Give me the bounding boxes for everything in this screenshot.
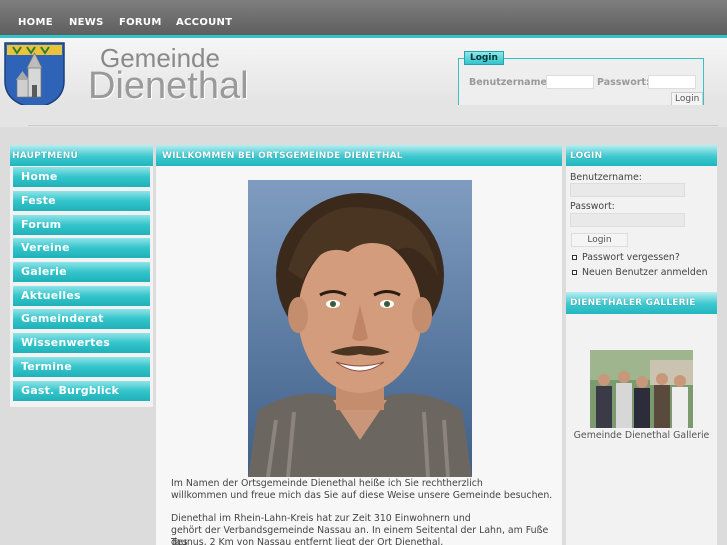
site-header: Gemeinde Dienethal Login Benutzername: P… (0, 38, 727, 110)
header-username-input[interactable] (546, 75, 594, 89)
menu-item-feste[interactable]: Feste (13, 191, 150, 211)
menu-item-gemeinderat[interactable]: Gemeinderat (13, 309, 150, 329)
main-content: WILLKOMMEN BEI ORTSGEMEINDE DIENETHAL Im… (156, 145, 562, 545)
header-username-label: Benutzername: (469, 77, 551, 88)
intro-line-2: willkommen und freue mich das Sie auf di… (171, 490, 553, 501)
site-title-line2: Dienethal (88, 65, 249, 107)
info-line-3: Taunus, 2 Km von Nassau entfernt liegt d… (171, 537, 444, 545)
menu-item-galerie[interactable]: Galerie (13, 262, 150, 282)
mayor-photo (248, 180, 472, 477)
gallery-thumbnail[interactable] (590, 350, 693, 428)
main-menu-title: HAUPTMENÜ (10, 145, 153, 166)
header-password-label: Passwort: (597, 77, 650, 88)
menu-item-forum[interactable]: Forum (13, 215, 150, 235)
header-password-input[interactable] (648, 75, 696, 89)
main-menu: HAUPTMENÜ Home Feste Forum Vereine Galer… (10, 145, 153, 407)
bullet-icon (572, 270, 577, 275)
intro-line-1: Im Namen der Ortsgemeinde Dienethal heiß… (171, 478, 483, 489)
nav-news[interactable]: NEWS (69, 17, 104, 28)
nav-account[interactable]: ACCOUNT (176, 17, 232, 28)
gallery-title: DIENETHALER GALLERIE (566, 292, 717, 314)
gallery-caption[interactable]: Gemeinde Dienethal Gallerie (566, 430, 717, 441)
sidebar-username-input[interactable] (570, 183, 685, 197)
menu-item-aktuelles[interactable]: Aktuelles (13, 286, 150, 306)
sidebar-password-input[interactable] (570, 213, 685, 227)
header-login-box: Login Benutzername: Passwort: Login (458, 51, 704, 110)
info-line-1: Dienethal im Rhein-Lahn-Kreis hat zur Ze… (171, 513, 471, 524)
sidebar-right: LOGIN Benutzername: Passwort: Login Pass… (566, 145, 717, 545)
menu-item-burgblick[interactable]: Gast. Burgblick (13, 381, 150, 401)
menu-item-vereine[interactable]: Vereine (13, 238, 150, 258)
bullet-icon (572, 255, 577, 260)
menu-item-termine[interactable]: Termine (13, 357, 150, 377)
forgot-password-link[interactable]: Passwort vergessen? (582, 252, 680, 263)
register-link[interactable]: Neuen Benutzer anmelden (582, 267, 708, 278)
header-divider (0, 105, 727, 127)
sidebar-login-button[interactable]: Login (571, 233, 628, 247)
login-panel-title: LOGIN (566, 145, 717, 166)
main-content-title: WILLKOMMEN BEI ORTSGEMEINDE DIENETHAL (156, 145, 562, 166)
nav-home[interactable]: HOME (18, 17, 53, 28)
coat-of-arms-icon (4, 42, 65, 109)
sidebar-username-label: Benutzername: (570, 172, 642, 183)
menu-item-home[interactable]: Home (13, 167, 150, 187)
header-login-button[interactable]: Login (671, 92, 704, 106)
nav-forum[interactable]: FORUM (119, 17, 162, 28)
menu-item-wissenwertes[interactable]: Wissenwertes (13, 333, 150, 353)
sidebar-password-label: Passwort: (570, 201, 615, 212)
top-navigation: HOME NEWS FORUM ACCOUNT (0, 0, 727, 38)
header-login-legend: Login (464, 51, 504, 65)
